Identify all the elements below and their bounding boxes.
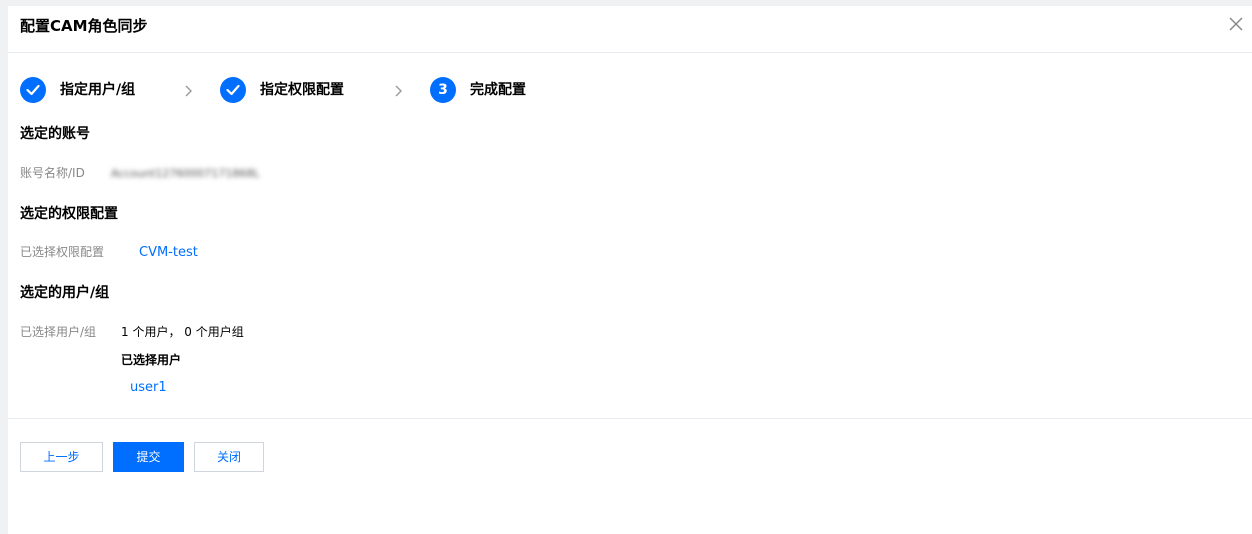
account-name-value: Account12760007171868L — [111, 168, 260, 180]
close-button[interactable]: 关闭 — [194, 442, 264, 472]
prev-step-button[interactable]: 上一步 — [20, 442, 103, 472]
permission-label: 已选择权限配置 — [20, 245, 105, 259]
users-summary: 1 个用户， 0 个用户组 — [121, 325, 244, 339]
selected-permission-title: 选定的权限配置 — [20, 206, 118, 222]
close-icon[interactable] — [1226, 14, 1246, 34]
footer-divider — [8, 418, 1252, 419]
step-2-label: 指定权限配置 — [260, 82, 344, 98]
selected-account-title: 选定的账号 — [20, 126, 90, 142]
chevron-right-icon — [392, 83, 406, 97]
selected-users-heading: 已选择用户 — [121, 353, 182, 367]
step-indicator: 指定用户/组 指定权限配置 3 完成配置 — [20, 77, 720, 103]
check-icon — [20, 77, 46, 103]
permission-link[interactable]: CVM-test — [139, 244, 198, 262]
step-3-number: 3 — [430, 77, 456, 103]
step-3-label: 完成配置 — [470, 82, 526, 98]
step-1-label: 指定用户/组 — [60, 82, 136, 98]
dialog-header: 配置CAM角色同步 — [8, 6, 1252, 53]
submit-button[interactable]: 提交 — [113, 442, 184, 472]
chevron-right-icon — [182, 83, 196, 97]
cam-role-sync-dialog: 配置CAM角色同步 指定用户/组 指定权限配置 3 完成配置 选定的账号 账号名… — [8, 6, 1252, 534]
selected-users-title: 选定的用户/组 — [20, 285, 110, 301]
dialog-title: 配置CAM角色同步 — [20, 17, 148, 35]
users-label: 已选择用户/组 — [20, 325, 97, 339]
check-icon — [220, 77, 246, 103]
account-name-label: 账号名称/ID — [20, 166, 85, 180]
user-link[interactable]: user1 — [130, 379, 167, 397]
